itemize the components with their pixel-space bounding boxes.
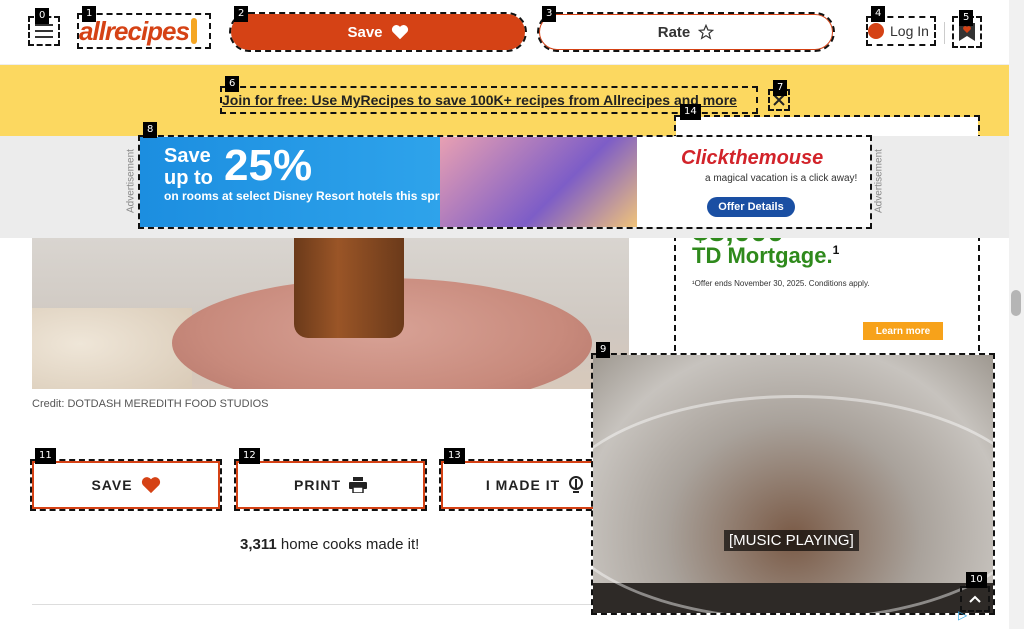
cupcake: [294, 238, 404, 338]
made-it-label: I MADE IT: [485, 477, 561, 493]
annotation-tag: 8: [143, 122, 158, 138]
td-footnote-marker: 1: [832, 243, 840, 257]
scrollbar-thumb[interactable]: [1011, 290, 1021, 316]
annotation-tag: 1: [82, 6, 97, 22]
heart-icon: [391, 25, 408, 40]
annotation-tag: 3: [542, 6, 557, 22]
video-player[interactable]: [591, 353, 995, 615]
divider: [32, 604, 629, 605]
chef-hat-icon: [190, 18, 197, 44]
photo-credit: Credit: DOTDASH MEREDITH FOOD STUDIOS: [32, 398, 269, 410]
annotation-tag: 14: [680, 104, 701, 120]
made-count-text: home cooks made it!: [276, 536, 420, 553]
annotation-tag: 13: [444, 448, 465, 464]
disney-fine: on rooms at select Disney Resort hotels …: [164, 189, 461, 203]
disney-banner-ad[interactable]: Save up to 25% on rooms at select Disney …: [138, 135, 872, 229]
glass-bowl: [593, 395, 993, 613]
annotation-tag: 2: [234, 6, 249, 22]
annotation-tag: 6: [225, 76, 240, 92]
user-icon: [868, 23, 884, 39]
made-count-number: 3,311: [240, 536, 277, 553]
family-photo: [440, 137, 637, 227]
td-fine-print: ¹Offer ends November 30, 2025. Condition…: [692, 279, 870, 288]
print-label: PRINT: [294, 477, 341, 493]
join-free-link[interactable]: Join for free: Use MyRecipes to save 100…: [220, 86, 758, 114]
clickthemouse-tagline: a magical vacation is a click away!: [705, 173, 858, 184]
annotation-tag: 12: [239, 448, 260, 464]
heart-icon: [141, 477, 160, 494]
td-brand-text: TD Mortgage.: [692, 243, 833, 268]
login-label: Log In: [890, 23, 929, 39]
offer-details-button[interactable]: Offer Details: [707, 197, 795, 217]
chef-icon: [569, 476, 584, 493]
save-label: SAVE: [91, 477, 133, 493]
save-recipe-button[interactable]: Save: [229, 12, 527, 52]
clickthemouse-logo: Clickthemouse: [681, 147, 824, 169]
annotation-tag: 10: [966, 572, 987, 588]
rate-recipe-button[interactable]: Rate: [537, 12, 835, 52]
disney-offer-panel: Save up to 25% on rooms at select Disney …: [140, 137, 637, 227]
promo-line2: up to: [164, 167, 213, 189]
annotation-tag: 4: [871, 6, 886, 22]
annotation-tag: 5: [959, 10, 974, 26]
save-button-label: Save: [347, 23, 383, 41]
annotation-tag: 9: [596, 342, 611, 358]
disney-percent: 25%: [224, 141, 313, 190]
annotation-tag: 7: [773, 80, 788, 96]
video-caption: [MUSIC PLAYING]: [724, 530, 859, 551]
promo-line1: Save: [164, 145, 211, 167]
annotation-tag: 0: [35, 8, 50, 24]
save-button[interactable]: SAVE: [30, 459, 222, 511]
made-it-count: 3,311 home cooks made it!: [240, 536, 540, 556]
clickthemouse-panel: Clickthemouse a magical vacation is a cl…: [637, 137, 870, 227]
annotation-tag: 11: [35, 448, 56, 464]
chevron-up-glyph: [969, 595, 981, 603]
rate-button-label: Rate: [657, 23, 691, 41]
site-logo[interactable]: allrecipes: [77, 13, 211, 49]
td-brand: TD Mortgage.1: [692, 243, 839, 269]
td-learn-more-button[interactable]: Learn more: [863, 322, 943, 340]
printer-icon: [349, 477, 367, 493]
header-divider: [944, 22, 945, 44]
recipe-photo: [32, 238, 629, 389]
adchoices-icon[interactable]: ▷: [958, 608, 976, 624]
star-icon: [698, 24, 715, 40]
print-button[interactable]: PRINT: [234, 459, 427, 511]
disney-promo-text: Save up to: [164, 145, 213, 189]
chevron-up-icon[interactable]: [960, 586, 990, 612]
linen-cloth: [32, 308, 192, 389]
